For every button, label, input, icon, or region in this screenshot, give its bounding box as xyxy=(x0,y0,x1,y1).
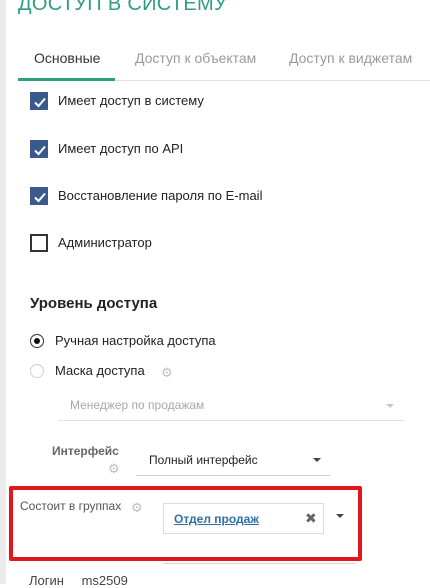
highlight-box xyxy=(9,486,362,561)
checkmark-icon xyxy=(34,192,46,203)
checkmark-icon xyxy=(34,97,46,108)
tab-main[interactable]: Основные xyxy=(34,50,100,66)
administrator-checkbox[interactable] xyxy=(30,234,48,252)
api-access-checkbox[interactable] xyxy=(30,140,48,158)
caret-down-icon[interactable] xyxy=(313,458,321,462)
page-title: ДОСТУП В СИСТЕМУ xyxy=(18,0,227,15)
interface-value: Полный интерфейс xyxy=(149,453,258,467)
groups-field-underline xyxy=(163,563,356,564)
tab-bar: Основные Доступ к объектам Доступ к видж… xyxy=(18,44,430,81)
gear-icon[interactable]: ⚙ xyxy=(161,366,173,379)
checkmark-icon xyxy=(34,145,46,156)
login-label: Логин xyxy=(29,573,64,588)
access-level-heading: Уровень доступа xyxy=(30,295,158,312)
system-access-checkbox[interactable] xyxy=(30,92,48,110)
radio-label: Маска доступа xyxy=(55,363,145,378)
left-gutter xyxy=(0,0,6,584)
gear-icon[interactable]: ⚙ xyxy=(108,462,120,475)
access-mask-value: Менеджер по продажам xyxy=(70,398,205,412)
checkbox-label: Восстановление пароля по E-mail xyxy=(58,188,263,203)
checkbox-label: Администратор xyxy=(58,235,152,250)
interface-label: Интерфейс xyxy=(52,444,119,458)
manual-access-radio[interactable] xyxy=(30,334,44,348)
interface-select[interactable]: Полный интерфейс xyxy=(136,444,330,476)
radio-label: Ручная настройка доступа xyxy=(55,333,216,348)
checkbox-label: Имеет доступ по API xyxy=(58,141,184,156)
password-recovery-checkbox[interactable] xyxy=(30,187,48,205)
caret-down-icon xyxy=(386,404,394,408)
checkbox-label: Имеет доступ в систему xyxy=(58,93,204,108)
active-tab-indicator xyxy=(18,78,115,81)
access-mask-select: Менеджер по продажам xyxy=(58,391,404,421)
login-row: Логин ms2509 xyxy=(29,573,128,588)
tab-object-access[interactable]: Доступ к объектам xyxy=(135,50,256,66)
login-value: ms2509 xyxy=(81,573,128,588)
tab-widget-access[interactable]: Доступ к виджетам xyxy=(289,50,412,66)
access-mask-radio[interactable] xyxy=(30,364,44,378)
